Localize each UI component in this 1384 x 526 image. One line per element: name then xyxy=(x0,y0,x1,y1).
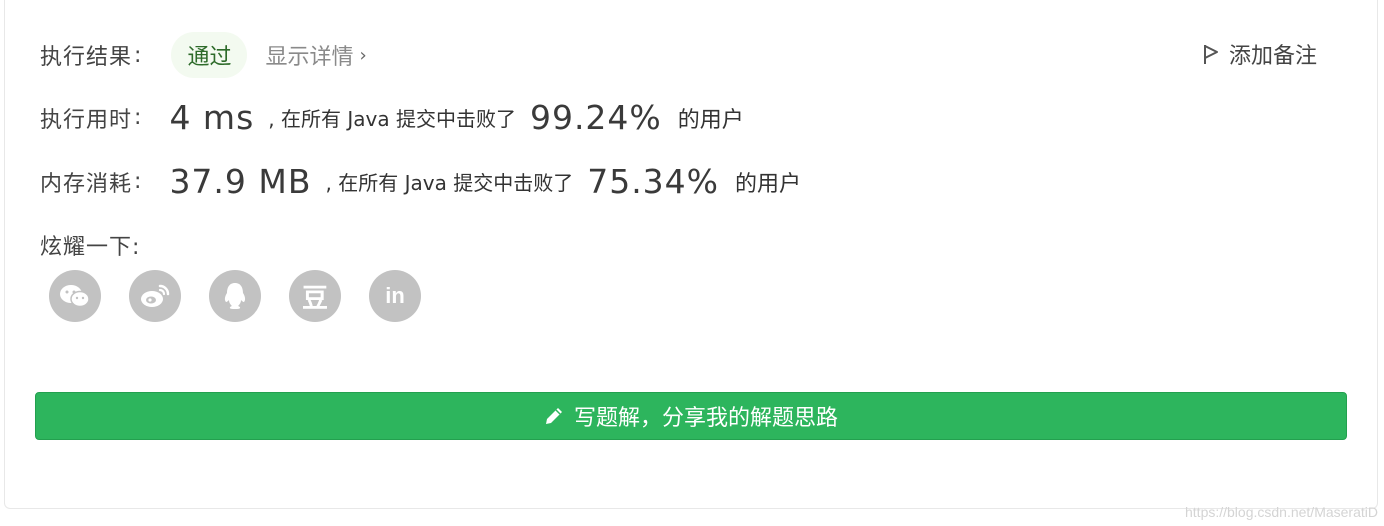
runtime-value: 4 ms xyxy=(169,98,255,137)
runtime-percent: 99.24% xyxy=(529,98,662,137)
memory-tail: 的用户 xyxy=(735,171,802,197)
memory-label: 内存消耗 xyxy=(40,171,133,197)
pencil-icon xyxy=(545,408,562,424)
runtime-beat-text: , 在所有 Java 提交中击败了 xyxy=(268,107,516,131)
chevron-right-icon: › xyxy=(359,44,367,66)
runtime-colon: : xyxy=(134,105,142,130)
show-details-label: 显示详情 xyxy=(265,45,354,70)
memory-beat-text: , 在所有 Java 提交中击败了 xyxy=(325,171,574,195)
write-solution-button[interactable]: 写题解，分享我的解题思路 xyxy=(35,392,1347,440)
runtime-tail: 的用户 xyxy=(677,107,744,133)
memory-value: 37.9 MB xyxy=(169,162,312,201)
write-solution-label: 写题解，分享我的解题思路 xyxy=(573,406,838,431)
result-label: 执行结果 xyxy=(40,45,133,70)
linkedin-icon[interactable]: in xyxy=(369,270,421,322)
share-label: 炫耀一下: xyxy=(40,235,141,260)
flag-icon xyxy=(1203,45,1218,64)
watermark: https://blog.csdn.net/MaseratiD xyxy=(1185,504,1378,520)
status-badge: 通过 xyxy=(171,32,248,78)
add-note-button[interactable]: 添加备注 xyxy=(1203,38,1317,70)
memory-percent: 75.34% xyxy=(587,162,720,201)
runtime-row: 执行用时 : 4 ms , 在所有 Java 提交中击败了 99.24% 的用户 xyxy=(40,98,744,137)
result-colon: : xyxy=(134,42,142,68)
douban-glyph: 豆 xyxy=(301,283,328,314)
memory-colon: : xyxy=(134,169,142,194)
weibo-icon[interactable] xyxy=(129,270,181,322)
share-row: 炫耀一下: xyxy=(40,229,140,261)
douban-icon[interactable]: 豆 xyxy=(289,270,341,322)
result-row: 执行结果 : 通过 显示详情 › xyxy=(40,32,367,78)
linkedin-glyph: in xyxy=(385,283,405,308)
memory-row: 内存消耗 : 37.9 MB , 在所有 Java 提交中击败了 75.34% … xyxy=(40,162,801,201)
wechat-icon[interactable] xyxy=(49,270,101,322)
share-icons: 豆 in xyxy=(49,270,449,322)
show-details-link[interactable]: 显示详情 › xyxy=(265,39,366,71)
runtime-label: 执行用时 xyxy=(40,107,133,133)
qq-icon[interactable] xyxy=(209,270,261,322)
add-note-label: 添加备注 xyxy=(1228,44,1317,69)
